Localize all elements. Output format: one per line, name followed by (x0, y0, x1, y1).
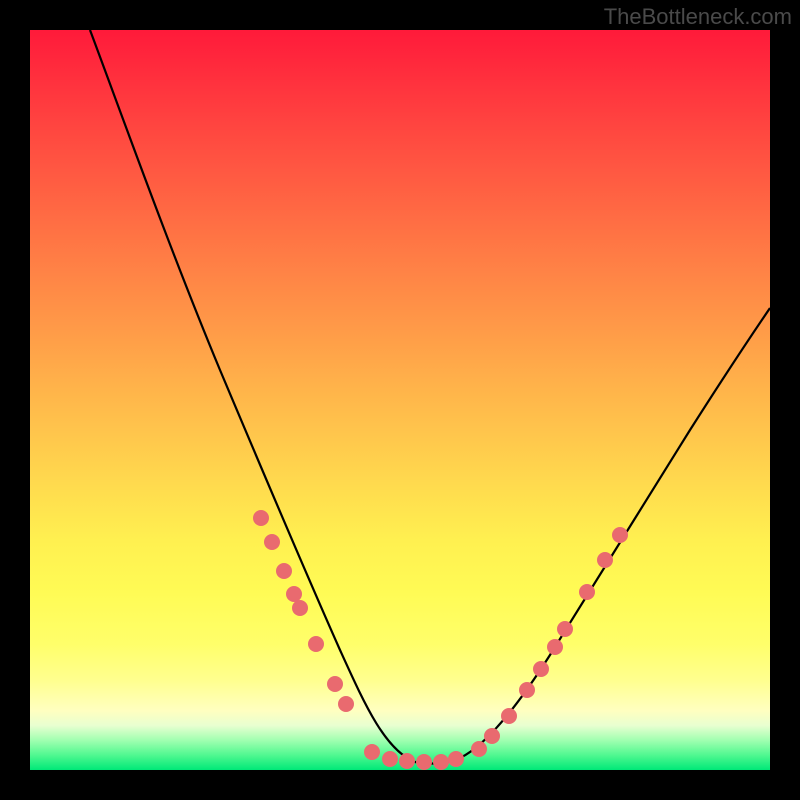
chart-plot-area (30, 30, 770, 770)
data-marker (276, 563, 292, 579)
data-marker (308, 636, 324, 652)
data-marker (416, 754, 432, 770)
data-marker (471, 741, 487, 757)
bottleneck-curve (90, 30, 770, 764)
data-marker (579, 584, 595, 600)
watermark-text: TheBottleneck.com (604, 4, 792, 30)
data-marker (327, 676, 343, 692)
bottom-marker-cluster (364, 744, 464, 770)
data-marker (433, 754, 449, 770)
data-marker (547, 639, 563, 655)
data-marker (448, 751, 464, 767)
data-marker (484, 728, 500, 744)
data-marker (286, 586, 302, 602)
data-marker (382, 751, 398, 767)
data-marker (597, 552, 613, 568)
data-marker (612, 527, 628, 543)
data-marker (338, 696, 354, 712)
data-marker (253, 510, 269, 526)
data-marker (557, 621, 573, 637)
left-marker-cluster (253, 510, 354, 712)
data-marker (292, 600, 308, 616)
data-marker (264, 534, 280, 550)
outer-frame: TheBottleneck.com (0, 0, 800, 800)
data-marker (533, 661, 549, 677)
data-marker (399, 753, 415, 769)
data-marker (501, 708, 517, 724)
right-marker-cluster (471, 527, 628, 757)
data-marker (364, 744, 380, 760)
chart-svg (30, 30, 770, 770)
data-marker (519, 682, 535, 698)
